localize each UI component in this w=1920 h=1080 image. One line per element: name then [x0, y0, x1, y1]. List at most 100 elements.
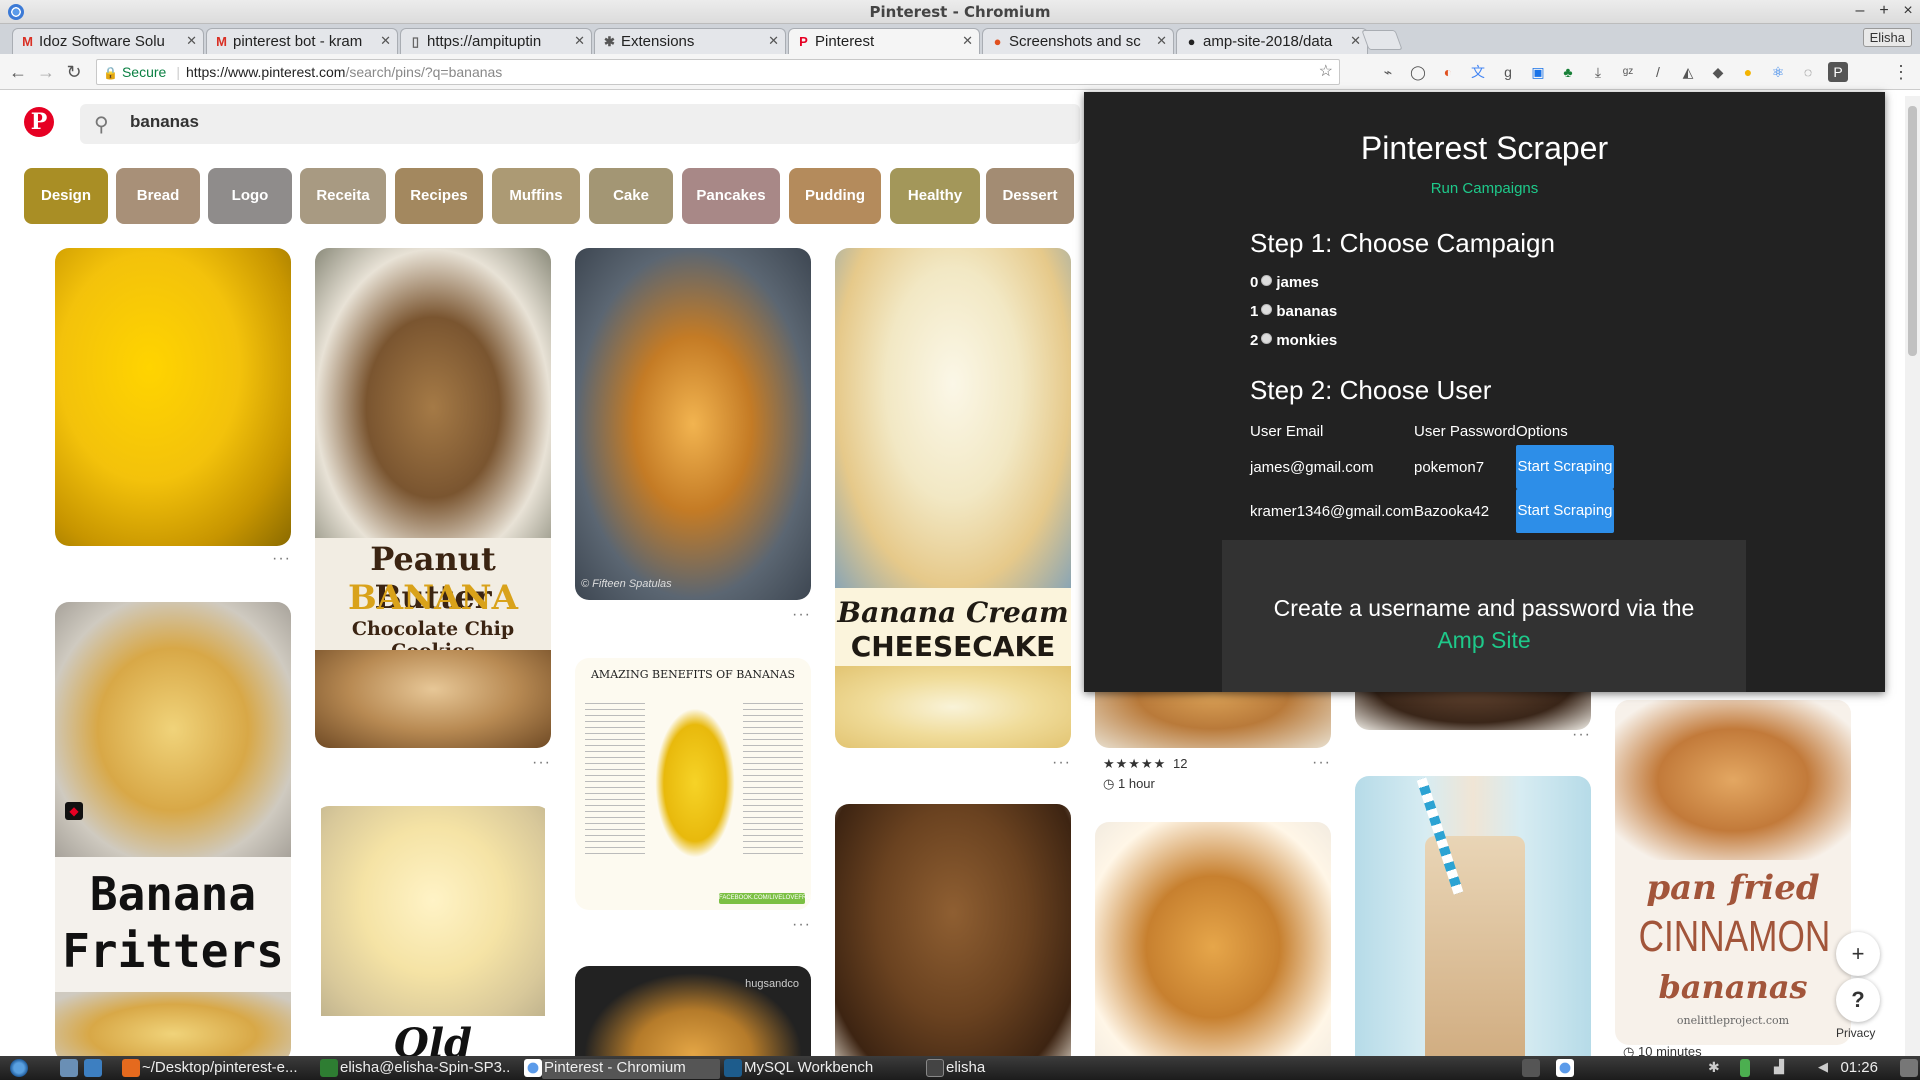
pin-pan-fried-cinnamon-bananas[interactable]: pan fried CINNAMON bananas onelittleproj…: [1615, 700, 1851, 1045]
tray-chromium-icon[interactable]: [1556, 1059, 1574, 1077]
bookmark-star-icon[interactable]: ☆: [1319, 60, 1333, 84]
pin-banana-pie[interactable]: Old Fashioned: [315, 806, 551, 1056]
chip-cake[interactable]: Cake: [589, 168, 673, 224]
pin-banana-cream-cheesecake[interactable]: Banana Cream CHEESECAKE: [835, 248, 1071, 748]
address-bar[interactable]: 🔒 Secure | https://www.pinterest.com/search…: [96, 59, 1340, 85]
back-icon[interactable]: ←: [8, 62, 28, 83]
campaign-radio[interactable]: [1261, 333, 1273, 344]
close-tab-icon[interactable]: ✕: [962, 33, 973, 49]
tab-pinterest-bot[interactable]: M pinterest bot - kram ✕: [206, 28, 398, 54]
chip-receita[interactable]: Receita: [300, 168, 386, 224]
close-tab-icon[interactable]: ✕: [1350, 33, 1361, 49]
start-scraping-button[interactable]: Start Scraping: [1516, 489, 1614, 533]
pin-banana-dessert[interactable]: [1095, 822, 1331, 1056]
extension-screenshot-icon[interactable]: ◐: [1438, 62, 1458, 82]
maximize-button[interactable]: +: [1874, 2, 1894, 20]
extension-p-icon[interactable]: P: [1828, 62, 1848, 82]
extension-gray-icon[interactable]: ◌: [1798, 62, 1818, 82]
chip-dessert[interactable]: Dessert: [986, 168, 1074, 224]
extension-pulse-icon[interactable]: ⌁: [1378, 62, 1398, 82]
chip-muffins[interactable]: Muffins: [492, 168, 580, 224]
power-icon[interactable]: [1900, 1059, 1918, 1077]
desktop-icon[interactable]: [84, 1059, 102, 1077]
close-window-button[interactable]: ×: [1898, 2, 1918, 20]
battery-icon[interactable]: [1740, 1059, 1750, 1077]
taskbar-item-elisha[interactable]: elisha: [946, 1059, 1066, 1079]
extension-coin-icon[interactable]: ●: [1738, 62, 1758, 82]
pinterest-logo-icon[interactable]: P: [24, 107, 54, 137]
close-tab-icon[interactable]: ✕: [380, 33, 391, 49]
tray-icon[interactable]: [1522, 1059, 1540, 1077]
editor-icon[interactable]: [122, 1059, 140, 1077]
tab-ampituptin[interactable]: ▯ https://ampituptin ✕: [400, 28, 592, 54]
more-options-icon[interactable]: ···: [1572, 726, 1591, 744]
chrome-menu-icon[interactable]: ⋮: [1892, 62, 1910, 83]
more-options-icon[interactable]: ···: [272, 550, 291, 568]
tab-screenshots[interactable]: ● Screenshots and sc ✕: [982, 28, 1174, 54]
chromium-taskbar-icon[interactable]: [524, 1059, 542, 1077]
campaign-radio[interactable]: [1261, 304, 1273, 315]
run-campaigns-link[interactable]: Run Campaigns: [1084, 180, 1885, 197]
extension-download-icon[interactable]: ⤓: [1588, 62, 1608, 82]
taskbar-item-mysql[interactable]: MySQL Workbench: [744, 1059, 920, 1079]
pin-banana-fry[interactable]: hugsandco: [575, 966, 811, 1056]
terminal-icon[interactable]: [320, 1059, 338, 1077]
close-tab-icon[interactable]: ✕: [1156, 33, 1167, 49]
taskbar-item-chromium[interactable]: Pinterest - Chromium: [542, 1059, 720, 1079]
chip-design[interactable]: Design: [24, 168, 108, 224]
more-options-icon[interactable]: ···: [792, 606, 811, 624]
extension-react-icon[interactable]: ⚛: [1768, 62, 1788, 82]
network-icon[interactable]: ▟: [1774, 1059, 1792, 1077]
minimize-button[interactable]: –: [1850, 2, 1870, 20]
extension-tree-icon[interactable]: ♣: [1558, 62, 1578, 82]
mysql-icon[interactable]: [724, 1059, 742, 1077]
add-pin-button[interactable]: +: [1836, 932, 1880, 976]
amp-site-link[interactable]: Amp Site: [1222, 624, 1746, 656]
campaign-option-monkies[interactable]: 2 monkies: [1250, 332, 1337, 349]
taskbar-item-terminal[interactable]: elisha@elisha-Spin-SP3...: [340, 1059, 510, 1079]
bluetooth-icon[interactable]: ✱: [1708, 1059, 1726, 1077]
extension-angular-icon[interactable]: ◭: [1678, 62, 1698, 82]
pin-caramelized-bananas[interactable]: © Fifteen Spatulas: [575, 248, 811, 600]
campaign-radio[interactable]: [1261, 275, 1273, 286]
search-input[interactable]: [130, 112, 630, 132]
pin-bananas-photo[interactable]: [55, 248, 291, 546]
taskbar-item-desktop[interactable]: ~/Desktop/pinterest-e...: [142, 1059, 304, 1079]
campaign-option-bananas[interactable]: 1 bananas: [1250, 303, 1337, 320]
more-options-icon[interactable]: ···: [792, 916, 811, 934]
pin-chocolate-banana-bread[interactable]: [835, 804, 1071, 1056]
start-scraping-button[interactable]: Start Scraping: [1516, 445, 1614, 489]
tab-extensions[interactable]: ✱ Extensions ✕: [594, 28, 786, 54]
privacy-link[interactable]: Privacy: [1836, 1026, 1875, 1040]
campaign-option-james[interactable]: 0 james: [1250, 274, 1319, 291]
scrollbar-thumb[interactable]: [1908, 106, 1917, 356]
extension-shield-icon[interactable]: ▣: [1528, 62, 1548, 82]
close-tab-icon[interactable]: ✕: [768, 33, 779, 49]
chip-bread[interactable]: Bread: [116, 168, 200, 224]
chip-pancakes[interactable]: Pancakes: [682, 168, 780, 224]
pin-banana-smoothie[interactable]: [1355, 776, 1591, 1056]
tab-pinterest[interactable]: P Pinterest ✕: [788, 28, 980, 54]
pinterest-search-box[interactable]: ⚲: [80, 104, 1080, 144]
extension-ember-icon[interactable]: ◆: [1708, 62, 1728, 82]
tab-github[interactable]: ● amp-site-2018/data ✕: [1176, 28, 1368, 54]
forward-icon[interactable]: →: [36, 62, 56, 83]
pin-banana-fritters[interactable]: ◆ Banana Fritters: [55, 602, 291, 1056]
extension-slash-icon[interactable]: /: [1648, 62, 1668, 82]
help-button[interactable]: ?: [1836, 978, 1880, 1022]
close-tab-icon[interactable]: ✕: [574, 33, 585, 49]
files-icon[interactable]: [60, 1059, 78, 1077]
new-tab-button[interactable]: [1361, 30, 1403, 50]
more-options-icon[interactable]: ···: [1312, 754, 1331, 772]
pin-banana-benefits[interactable]: AMAZING BENEFITS OF BANANAS FACEBOOK.COM…: [575, 658, 811, 910]
reload-icon[interactable]: ↻: [64, 62, 84, 83]
folder-icon[interactable]: [926, 1059, 944, 1077]
extension-translate-icon[interactable]: 文: [1468, 62, 1488, 82]
page-scrollbar[interactable]: [1905, 96, 1920, 1056]
profile-button[interactable]: Elisha: [1862, 28, 1912, 47]
volume-icon[interactable]: ◀: [1818, 1059, 1836, 1077]
chip-healthy[interactable]: Healthy: [890, 168, 980, 224]
tab-idoz[interactable]: M Idoz Software Solu ✕: [12, 28, 204, 54]
more-options-icon[interactable]: ···: [532, 754, 551, 772]
extension-grammarly-icon[interactable]: g: [1498, 62, 1518, 82]
